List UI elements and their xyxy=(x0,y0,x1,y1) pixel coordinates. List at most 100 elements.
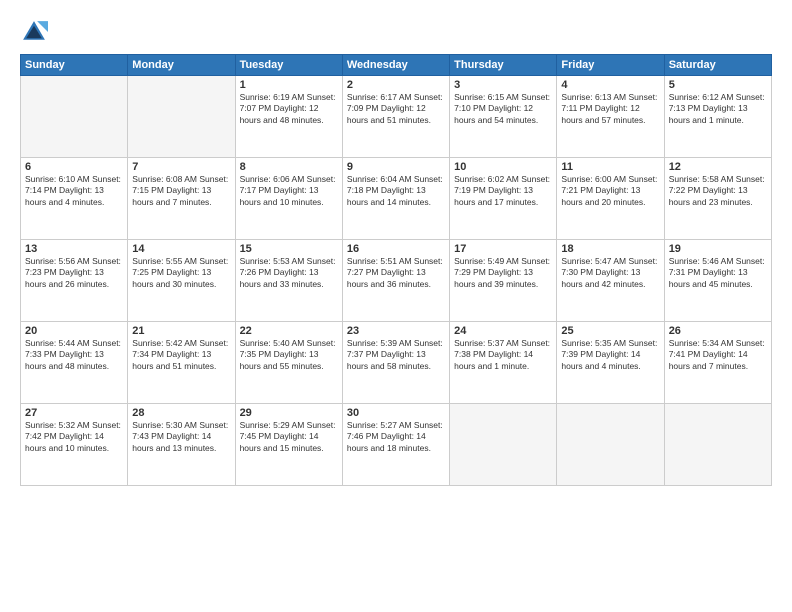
day-number: 30 xyxy=(347,407,445,419)
day-number: 1 xyxy=(240,79,338,91)
day-number: 9 xyxy=(347,161,445,173)
day-info: Sunrise: 6:08 AM Sunset: 7:15 PM Dayligh… xyxy=(132,174,230,208)
calendar-cell: 30Sunrise: 5:27 AM Sunset: 7:46 PM Dayli… xyxy=(342,404,449,486)
calendar-cell: 14Sunrise: 5:55 AM Sunset: 7:25 PM Dayli… xyxy=(128,240,235,322)
day-info: Sunrise: 5:46 AM Sunset: 7:31 PM Dayligh… xyxy=(669,256,767,290)
day-number: 28 xyxy=(132,407,230,419)
calendar-cell: 25Sunrise: 5:35 AM Sunset: 7:39 PM Dayli… xyxy=(557,322,664,404)
day-info: Sunrise: 6:15 AM Sunset: 7:10 PM Dayligh… xyxy=(454,92,552,126)
calendar-cell: 24Sunrise: 5:37 AM Sunset: 7:38 PM Dayli… xyxy=(450,322,557,404)
calendar-week-row: 20Sunrise: 5:44 AM Sunset: 7:33 PM Dayli… xyxy=(21,322,772,404)
day-info: Sunrise: 5:55 AM Sunset: 7:25 PM Dayligh… xyxy=(132,256,230,290)
day-number: 11 xyxy=(561,161,659,173)
day-info: Sunrise: 6:02 AM Sunset: 7:19 PM Dayligh… xyxy=(454,174,552,208)
calendar-cell: 17Sunrise: 5:49 AM Sunset: 7:29 PM Dayli… xyxy=(450,240,557,322)
day-number: 10 xyxy=(454,161,552,173)
day-info: Sunrise: 5:53 AM Sunset: 7:26 PM Dayligh… xyxy=(240,256,338,290)
calendar-cell: 12Sunrise: 5:58 AM Sunset: 7:22 PM Dayli… xyxy=(664,158,771,240)
day-info: Sunrise: 6:10 AM Sunset: 7:14 PM Dayligh… xyxy=(25,174,123,208)
day-number: 29 xyxy=(240,407,338,419)
page: SundayMondayTuesdayWednesdayThursdayFrid… xyxy=(0,0,792,612)
weekday-header: Monday xyxy=(128,55,235,76)
day-info: Sunrise: 5:27 AM Sunset: 7:46 PM Dayligh… xyxy=(347,420,445,454)
calendar-cell: 28Sunrise: 5:30 AM Sunset: 7:43 PM Dayli… xyxy=(128,404,235,486)
day-info: Sunrise: 6:04 AM Sunset: 7:18 PM Dayligh… xyxy=(347,174,445,208)
calendar-cell xyxy=(128,76,235,158)
day-number: 3 xyxy=(454,79,552,91)
day-info: Sunrise: 5:39 AM Sunset: 7:37 PM Dayligh… xyxy=(347,338,445,372)
day-number: 20 xyxy=(25,325,123,337)
calendar-week-row: 27Sunrise: 5:32 AM Sunset: 7:42 PM Dayli… xyxy=(21,404,772,486)
calendar-cell: 20Sunrise: 5:44 AM Sunset: 7:33 PM Dayli… xyxy=(21,322,128,404)
day-info: Sunrise: 5:44 AM Sunset: 7:33 PM Dayligh… xyxy=(25,338,123,372)
weekday-header: Saturday xyxy=(664,55,771,76)
day-info: Sunrise: 5:29 AM Sunset: 7:45 PM Dayligh… xyxy=(240,420,338,454)
day-number: 25 xyxy=(561,325,659,337)
day-number: 6 xyxy=(25,161,123,173)
day-info: Sunrise: 6:12 AM Sunset: 7:13 PM Dayligh… xyxy=(669,92,767,126)
weekday-header: Thursday xyxy=(450,55,557,76)
day-info: Sunrise: 5:32 AM Sunset: 7:42 PM Dayligh… xyxy=(25,420,123,454)
calendar-cell: 26Sunrise: 5:34 AM Sunset: 7:41 PM Dayli… xyxy=(664,322,771,404)
header xyxy=(20,18,772,46)
calendar-cell xyxy=(450,404,557,486)
day-number: 16 xyxy=(347,243,445,255)
weekday-header: Friday xyxy=(557,55,664,76)
day-info: Sunrise: 5:37 AM Sunset: 7:38 PM Dayligh… xyxy=(454,338,552,372)
calendar-cell: 4Sunrise: 6:13 AM Sunset: 7:11 PM Daylig… xyxy=(557,76,664,158)
day-number: 26 xyxy=(669,325,767,337)
day-info: Sunrise: 6:00 AM Sunset: 7:21 PM Dayligh… xyxy=(561,174,659,208)
calendar-week-row: 6Sunrise: 6:10 AM Sunset: 7:14 PM Daylig… xyxy=(21,158,772,240)
day-info: Sunrise: 5:49 AM Sunset: 7:29 PM Dayligh… xyxy=(454,256,552,290)
day-number: 22 xyxy=(240,325,338,337)
day-number: 13 xyxy=(25,243,123,255)
day-number: 5 xyxy=(669,79,767,91)
day-info: Sunrise: 5:56 AM Sunset: 7:23 PM Dayligh… xyxy=(25,256,123,290)
weekday-header: Wednesday xyxy=(342,55,449,76)
day-info: Sunrise: 6:17 AM Sunset: 7:09 PM Dayligh… xyxy=(347,92,445,126)
calendar-cell: 29Sunrise: 5:29 AM Sunset: 7:45 PM Dayli… xyxy=(235,404,342,486)
day-number: 21 xyxy=(132,325,230,337)
day-info: Sunrise: 5:34 AM Sunset: 7:41 PM Dayligh… xyxy=(669,338,767,372)
day-info: Sunrise: 5:47 AM Sunset: 7:30 PM Dayligh… xyxy=(561,256,659,290)
day-number: 19 xyxy=(669,243,767,255)
calendar-cell: 5Sunrise: 6:12 AM Sunset: 7:13 PM Daylig… xyxy=(664,76,771,158)
calendar-cell: 15Sunrise: 5:53 AM Sunset: 7:26 PM Dayli… xyxy=(235,240,342,322)
calendar-cell xyxy=(21,76,128,158)
calendar-table: SundayMondayTuesdayWednesdayThursdayFrid… xyxy=(20,54,772,486)
day-number: 17 xyxy=(454,243,552,255)
day-info: Sunrise: 5:30 AM Sunset: 7:43 PM Dayligh… xyxy=(132,420,230,454)
calendar-cell: 16Sunrise: 5:51 AM Sunset: 7:27 PM Dayli… xyxy=(342,240,449,322)
day-number: 24 xyxy=(454,325,552,337)
calendar-cell xyxy=(664,404,771,486)
calendar-week-row: 13Sunrise: 5:56 AM Sunset: 7:23 PM Dayli… xyxy=(21,240,772,322)
calendar-cell: 7Sunrise: 6:08 AM Sunset: 7:15 PM Daylig… xyxy=(128,158,235,240)
day-info: Sunrise: 5:40 AM Sunset: 7:35 PM Dayligh… xyxy=(240,338,338,372)
calendar-cell: 1Sunrise: 6:19 AM Sunset: 7:07 PM Daylig… xyxy=(235,76,342,158)
day-info: Sunrise: 6:06 AM Sunset: 7:17 PM Dayligh… xyxy=(240,174,338,208)
logo-icon xyxy=(20,18,48,46)
calendar-cell: 3Sunrise: 6:15 AM Sunset: 7:10 PM Daylig… xyxy=(450,76,557,158)
weekday-header: Tuesday xyxy=(235,55,342,76)
calendar-cell: 18Sunrise: 5:47 AM Sunset: 7:30 PM Dayli… xyxy=(557,240,664,322)
calendar-cell: 9Sunrise: 6:04 AM Sunset: 7:18 PM Daylig… xyxy=(342,158,449,240)
day-info: Sunrise: 5:58 AM Sunset: 7:22 PM Dayligh… xyxy=(669,174,767,208)
calendar-week-row: 1Sunrise: 6:19 AM Sunset: 7:07 PM Daylig… xyxy=(21,76,772,158)
calendar-cell: 6Sunrise: 6:10 AM Sunset: 7:14 PM Daylig… xyxy=(21,158,128,240)
day-number: 12 xyxy=(669,161,767,173)
calendar-cell: 19Sunrise: 5:46 AM Sunset: 7:31 PM Dayli… xyxy=(664,240,771,322)
calendar-cell xyxy=(557,404,664,486)
day-number: 2 xyxy=(347,79,445,91)
calendar-cell: 23Sunrise: 5:39 AM Sunset: 7:37 PM Dayli… xyxy=(342,322,449,404)
day-number: 15 xyxy=(240,243,338,255)
day-number: 7 xyxy=(132,161,230,173)
calendar-cell: 21Sunrise: 5:42 AM Sunset: 7:34 PM Dayli… xyxy=(128,322,235,404)
day-number: 4 xyxy=(561,79,659,91)
calendar-cell: 27Sunrise: 5:32 AM Sunset: 7:42 PM Dayli… xyxy=(21,404,128,486)
day-info: Sunrise: 6:13 AM Sunset: 7:11 PM Dayligh… xyxy=(561,92,659,126)
day-number: 8 xyxy=(240,161,338,173)
day-info: Sunrise: 5:42 AM Sunset: 7:34 PM Dayligh… xyxy=(132,338,230,372)
day-info: Sunrise: 5:35 AM Sunset: 7:39 PM Dayligh… xyxy=(561,338,659,372)
calendar-cell: 22Sunrise: 5:40 AM Sunset: 7:35 PM Dayli… xyxy=(235,322,342,404)
weekday-header: Sunday xyxy=(21,55,128,76)
